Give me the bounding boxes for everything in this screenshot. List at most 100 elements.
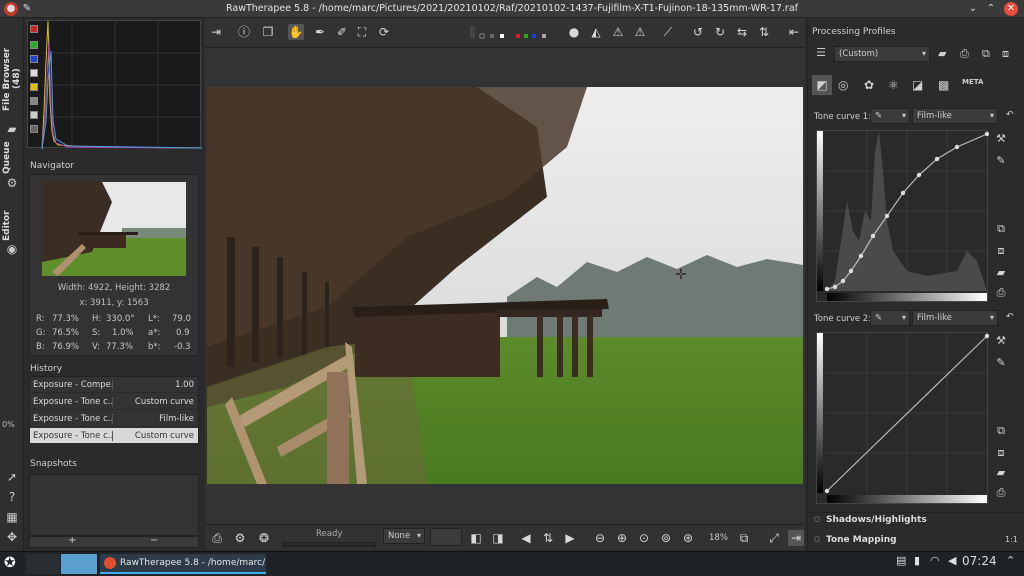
preview-mode-select[interactable]: None ▾: [383, 528, 425, 544]
hide-right-panel-icon[interactable]: ⇤: [786, 24, 802, 40]
scale-toggle[interactable]: [30, 125, 38, 133]
zoom-custom-icon[interactable]: ⊛: [680, 530, 696, 546]
fullscreen-icon[interactable]: ⤢: [766, 530, 782, 546]
tray-expand-icon[interactable]: ⌃: [1006, 554, 1015, 567]
toggle-panel-icon[interactable]: ⇥: [788, 530, 804, 546]
history-item-selected[interactable]: Exposure - Tone c... Custom curve: [30, 428, 198, 444]
zoom-out-icon[interactable]: ⊖: [592, 530, 608, 546]
warning-icon[interactable]: ⚠: [610, 24, 626, 40]
new-window-icon[interactable]: ⧉: [736, 530, 752, 546]
clipboard-icon[interactable]: ▤: [896, 554, 906, 567]
luminance-toggle[interactable]: [30, 69, 38, 77]
green-channel-toggle[interactable]: [30, 41, 38, 49]
gear-icon[interactable]: ⚙: [4, 176, 20, 190]
copy-curve-icon[interactable]: ⧉: [994, 222, 1008, 236]
next-image-icon[interactable]: ▶: [562, 530, 578, 546]
tab-queue[interactable]: Queue: [2, 138, 22, 178]
reset-icon[interactable]: ↶: [1006, 312, 1014, 322]
history-item[interactable]: Exposure - Compe... 1.00: [30, 377, 198, 393]
chroma-toggle[interactable]: [30, 83, 38, 91]
flip-vertical-icon[interactable]: ⇅: [756, 24, 772, 40]
tab-file-browser[interactable]: File Browser (48): [2, 44, 22, 114]
tone-mapping-section[interactable]: Tone Mapping: [826, 535, 897, 545]
blue-channel-toggle[interactable]: [30, 55, 38, 63]
advanced-tab-icon[interactable]: ⚛: [888, 78, 899, 92]
app-launcher-icon[interactable]: ✪: [4, 555, 16, 571]
list-icon[interactable]: ☰: [812, 46, 830, 64]
info-icon[interactable]: ⓘ: [236, 24, 252, 40]
load-curve-icon[interactable]: ▰: [994, 466, 1008, 480]
open-profile-icon[interactable]: ▰: [938, 47, 946, 60]
tone-curve-1-editor[interactable]: [816, 130, 990, 302]
color-tab-icon[interactable]: ✿: [864, 78, 874, 92]
clip-shadow-icon[interactable]: ◭: [588, 24, 604, 40]
bar-toggle[interactable]: [30, 111, 38, 119]
exposure-tab-icon[interactable]: ◩: [812, 75, 832, 95]
picker-icon[interactable]: ✎: [994, 356, 1008, 370]
navigate-icon[interactable]: ◨: [490, 530, 506, 546]
curve-mode-1-select[interactable]: Film-like ▾: [912, 108, 998, 124]
reset-icon[interactable]: ↶: [1006, 110, 1014, 120]
graph-icon[interactable]: ⟋: [660, 24, 676, 40]
copy-profile-icon[interactable]: ⧉: [982, 47, 990, 61]
main-image-preview[interactable]: ✛: [207, 87, 803, 484]
color-profile-select[interactable]: [430, 528, 462, 546]
remove-snapshot-button[interactable]: −: [150, 535, 158, 546]
tab-editor[interactable]: Editor: [2, 206, 22, 246]
zoom-fit-icon[interactable]: ⊙: [636, 530, 652, 546]
transform-tab-icon[interactable]: ◪: [912, 78, 923, 92]
move-icon[interactable]: ✥: [4, 530, 20, 544]
save-curve-icon[interactable]: ⎙: [994, 286, 1008, 300]
flip-horizontal-icon[interactable]: ⇆: [734, 24, 750, 40]
curve-mode-2-select[interactable]: Film-like ▾: [912, 310, 998, 326]
edit-external-icon[interactable]: ❂: [256, 530, 272, 546]
taskbar-app-button[interactable]: RawTherapee 5.8 - /home/marc/Pi...: [100, 554, 266, 574]
hide-panel-icon[interactable]: ⇥: [208, 24, 224, 40]
edit-points-icon[interactable]: ⚒: [994, 132, 1008, 146]
paste-curve-icon[interactable]: ⧈: [994, 244, 1008, 258]
hand-tool-icon[interactable]: ✋: [288, 24, 304, 40]
chevron-down-icon[interactable]: ⌄: [966, 2, 980, 16]
curve-type-1-select[interactable]: ✎ ▾: [870, 108, 910, 124]
volume-icon[interactable]: ◀: [948, 554, 956, 567]
copy-curve-icon[interactable]: ⧉: [994, 424, 1008, 438]
add-snapshot-button[interactable]: +: [68, 535, 76, 546]
previous-image-icon[interactable]: ◀: [518, 530, 534, 546]
edit-points-icon[interactable]: ⚒: [994, 334, 1008, 348]
tone-curve-2-editor[interactable]: [816, 332, 990, 504]
shadows-highlights-section[interactable]: Shadows/Highlights: [826, 515, 927, 525]
curve-type-2-select[interactable]: ✎ ▾: [870, 310, 910, 326]
load-curve-icon[interactable]: ▰: [994, 266, 1008, 280]
red-channel-toggle[interactable]: [30, 25, 38, 33]
desktop-1[interactable]: [26, 554, 60, 574]
close-icon[interactable]: ✕: [1004, 2, 1018, 16]
zoom-in-icon[interactable]: ⊕: [614, 530, 630, 546]
zoom-100-icon[interactable]: ⊚: [658, 530, 674, 546]
paste-curve-icon[interactable]: ⧈: [994, 446, 1008, 460]
send-icon[interactable]: ➚: [4, 470, 20, 484]
detail-tab-icon[interactable]: ◎: [838, 78, 848, 92]
paste-profile-icon[interactable]: ⧈: [1002, 47, 1009, 61]
folder-icon[interactable]: ▰: [4, 122, 20, 136]
before-after-icon[interactable]: ❐: [260, 24, 276, 40]
profile-select[interactable]: (Custom) ▾: [834, 46, 930, 62]
picker-icon[interactable]: ✎: [994, 154, 1008, 168]
straighten-icon[interactable]: ⟳: [376, 24, 392, 40]
save-profile-icon[interactable]: ⎙: [960, 47, 969, 61]
help-icon[interactable]: ?: [4, 490, 20, 504]
rotate-right-icon[interactable]: ↻: [712, 24, 728, 40]
raw-toggle[interactable]: [30, 97, 38, 105]
history-item[interactable]: Exposure - Tone c... Custom curve: [30, 394, 198, 410]
rotate-left-icon[interactable]: ↺: [690, 24, 706, 40]
picker-icon[interactable]: ✒: [312, 24, 328, 40]
save-icon[interactable]: ⎙: [209, 530, 225, 546]
maximize-icon[interactable]: ⌃: [984, 2, 998, 16]
save-curve-icon[interactable]: ⎙: [994, 486, 1008, 500]
sync-icon[interactable]: ⇅: [540, 530, 556, 546]
history-item[interactable]: Exposure - Tone c... Film-like: [30, 411, 198, 427]
highlight-warning-icon[interactable]: ⚠: [632, 24, 648, 40]
desktop-2[interactable]: [61, 554, 97, 574]
grid-icon[interactable]: ▦: [4, 510, 20, 524]
fullscreen-toggle-icon[interactable]: ◧: [468, 530, 484, 546]
meta-tab[interactable]: META: [962, 78, 983, 86]
